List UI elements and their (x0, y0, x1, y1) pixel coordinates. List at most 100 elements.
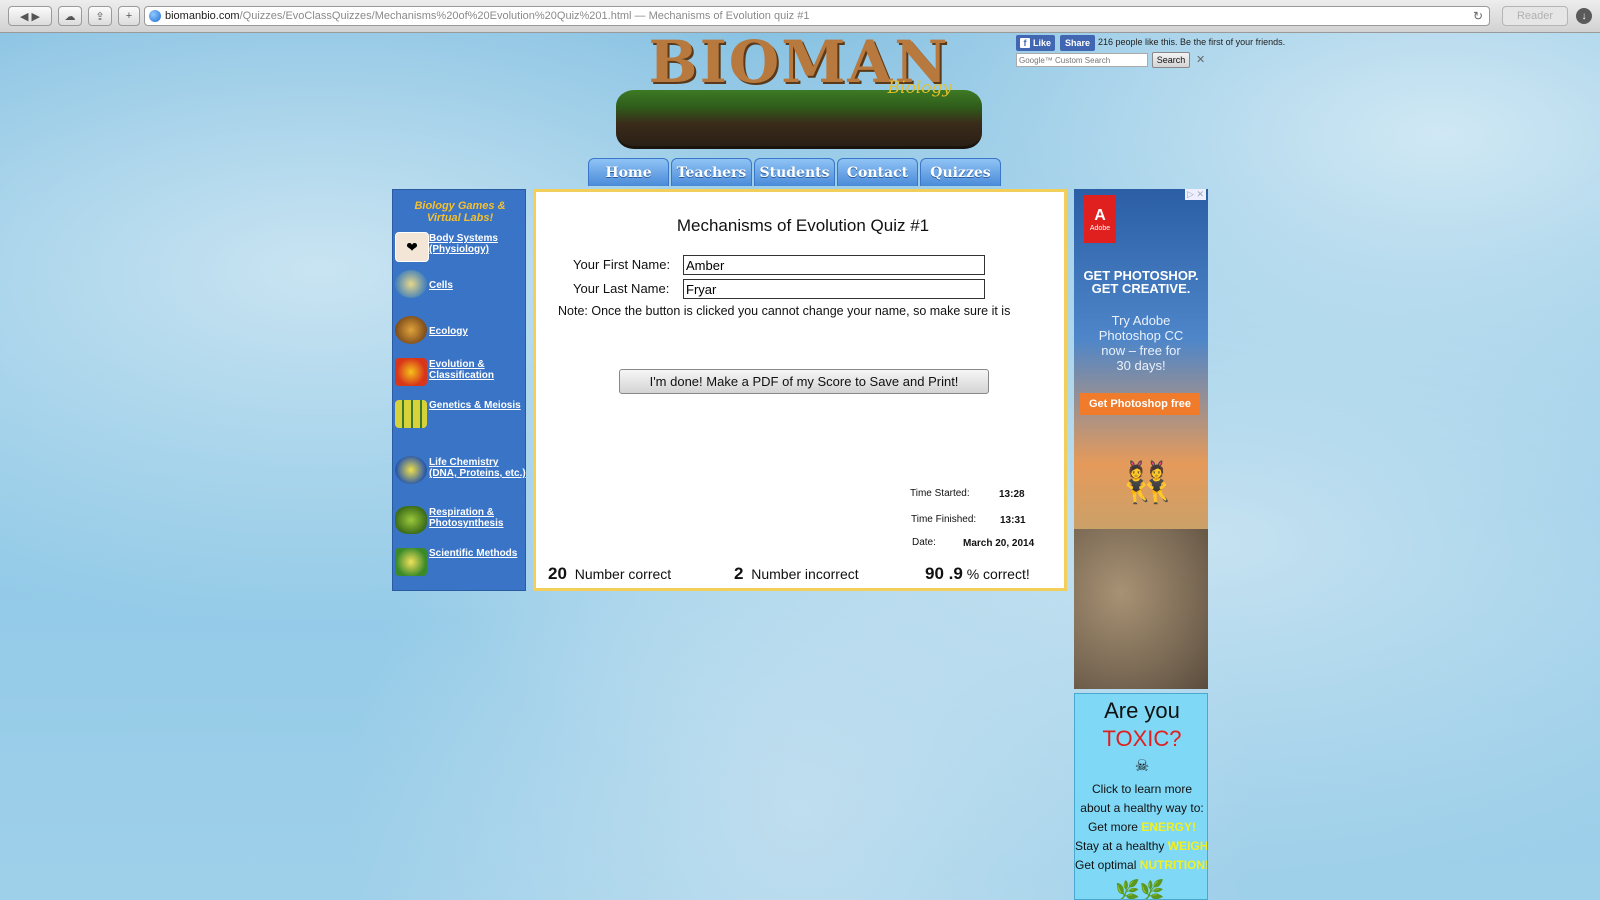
custom-search-input[interactable] (1016, 53, 1148, 67)
share-icon[interactable]: ⇪ (88, 6, 112, 26)
sidebar-item-genetics[interactable]: Genetics & Meiosis (393, 400, 527, 430)
evolution-icon (395, 358, 427, 386)
weight-highlight: WEIGHT! (1167, 839, 1208, 853)
name-note: Note: Once the button is clicked you can… (558, 304, 1011, 318)
toxic-ad-line3: Get more ENERGY! (1075, 820, 1207, 834)
sidebar-link-evolution[interactable]: Evolution & Classification (429, 359, 527, 381)
ad-body: Try Adobe Photoshop CC now – free for 30… (1074, 313, 1208, 373)
adobe-photoshop-ad[interactable]: ▷ ✕ A Adobe GET PHOTOSHOP. GET CREATIVE. … (1074, 189, 1208, 689)
adobe-logo-text: Adobe (1089, 224, 1111, 232)
reload-icon[interactable]: ↻ (1473, 7, 1483, 25)
facebook-social-text: 216 people like this. Be the first of yo… (1098, 37, 1286, 47)
toxic-ad-line4: Stay at a healthy WEIGHT! (1075, 839, 1208, 853)
url-path: /Quizzes/EvoClassQuizzes/Mechanisms%20of… (239, 10, 632, 22)
sidebar-link-cells[interactable]: Cells (429, 280, 527, 291)
nav-tab-home[interactable]: Home (588, 158, 669, 186)
toxic-ad-question: Are you (1104, 698, 1180, 723)
num-correct: 20 (548, 564, 567, 583)
globe-icon (149, 10, 161, 22)
ad-body-4: 30 days! (1116, 358, 1166, 373)
sidebar-link-body-systems[interactable]: Body Systems (Physiology) (429, 233, 527, 255)
downloads-icon[interactable]: ↓ (1576, 8, 1592, 24)
url-separator: — (631, 10, 649, 22)
nav-tab-students[interactable]: Students (754, 158, 835, 186)
time-started-value: 13:28 (999, 489, 1025, 500)
last-name-label: Your Last Name: (573, 281, 670, 296)
address-bar[interactable]: biomanbio.com/Quizzes/EvoClassQuizzes/Me… (144, 6, 1490, 26)
score-incorrect: 2 Number incorrect (734, 564, 859, 584)
new-tab-button[interactable]: + (118, 6, 140, 26)
sidebar-link-scientific-methods[interactable]: Scientific Methods (429, 548, 527, 559)
ad-body-3: now – free for (1101, 343, 1181, 358)
facebook-like-button[interactable]: f Like (1016, 35, 1056, 51)
facebook-icon: f (1020, 38, 1030, 48)
date-label: Date: (912, 537, 936, 548)
facebook-share-button[interactable]: Share (1060, 35, 1096, 51)
sidebar-item-respiration[interactable]: Respiration & Photosynthesis (393, 506, 527, 536)
nav-tab-contact[interactable]: Contact (837, 158, 918, 186)
sidebar-item-ecology[interactable]: Ecology (393, 316, 527, 346)
quiz-panel: Mechanisms of Evolution Quiz #1 Your Fir… (533, 189, 1067, 591)
time-started-label: Time Started: (910, 488, 970, 499)
toxic-ad-line2: about a healthy way to: (1080, 801, 1204, 815)
logo-subtitle: Biology (887, 78, 952, 98)
icloud-tabs-icon[interactable]: ☁ (58, 6, 82, 26)
ad-body-1: Try Adobe (1111, 313, 1171, 328)
sidebar-link-genetics[interactable]: Genetics & Meiosis (429, 400, 527, 411)
sidebar-item-life-chemistry[interactable]: Life Chemistry (DNA, Proteins, etc.) (393, 456, 527, 486)
sidebar: Biology Games & Virtual Labs! ❤ Body Sys… (392, 189, 526, 591)
percent-label: % correct! (966, 566, 1030, 582)
sidebar-link-life-chemistry[interactable]: Life Chemistry (DNA, Proteins, etc.) (429, 457, 527, 479)
like-label: Like (1033, 38, 1052, 48)
nutrition-highlight: NUTRITION! (1139, 858, 1208, 872)
logo-grass-base (616, 90, 982, 149)
dna-icon (395, 456, 427, 484)
leaf-icon (395, 506, 427, 534)
main-nav: Home Teachers Students Contact Quizzes (588, 158, 1001, 186)
nav-tab-quizzes[interactable]: Quizzes (920, 158, 1001, 186)
toxic-ad[interactable]: Are you TOXIC? ☠ Click to learn more abo… (1074, 693, 1208, 900)
clear-search-icon[interactable]: ✕ (1196, 53, 1205, 66)
sidebar-link-respiration[interactable]: Respiration & Photosynthesis (429, 507, 527, 529)
num-incorrect-label: Number incorrect (751, 566, 859, 582)
time-finished-label: Time Finished: (911, 514, 977, 525)
reader-button[interactable]: Reader (1502, 6, 1568, 26)
ad-headline: GET PHOTOSHOP. GET CREATIVE. (1074, 269, 1208, 295)
ad-headline-2: GET CREATIVE. (1091, 281, 1191, 296)
genetics-icon (395, 400, 427, 428)
percent-value: 90 .9 (925, 564, 963, 583)
jumping-girls-image: 👯 (1122, 461, 1172, 505)
mount-rushmore-image (1074, 529, 1208, 689)
sidebar-heading: Biology Games & Virtual Labs! (414, 200, 506, 224)
time-finished-value: 13:31 (1000, 515, 1026, 526)
toxic-ad-line1: Click to learn more (1091, 782, 1193, 796)
search-button[interactable]: Search (1152, 52, 1190, 68)
skull-icon: ☠ (1134, 758, 1150, 775)
num-incorrect: 2 (734, 564, 744, 583)
cell-icon (395, 270, 427, 298)
quiz-title: Mechanisms of Evolution Quiz #1 (676, 216, 930, 235)
last-name-field[interactable] (683, 279, 985, 299)
first-name-field[interactable] (683, 255, 985, 275)
score-percent: 90 .9 % correct! (925, 564, 1030, 584)
sidebar-item-scientific-methods[interactable]: Scientific Methods (393, 548, 527, 578)
make-pdf-button[interactable]: I'm done! Make a PDF of my Score to Save… (619, 369, 989, 394)
num-correct-label: Number correct (574, 566, 672, 582)
get-photoshop-button[interactable]: Get Photoshop free (1080, 393, 1200, 415)
bioman-logo[interactable]: BIOMAN Biology (616, 32, 982, 149)
toxic-ad-line5: Get optimal NUTRITION! (1075, 858, 1208, 872)
date-value: March 20, 2014 (963, 538, 1035, 549)
line4-text: Stay at a healthy (1075, 839, 1168, 853)
plant-icon: 🌿🌿 (1115, 880, 1165, 900)
sidebar-link-ecology[interactable]: Ecology (429, 326, 527, 337)
nav-tab-teachers[interactable]: Teachers (671, 158, 752, 186)
sidebar-item-body-systems[interactable]: ❤ Body Systems (Physiology) (393, 232, 527, 262)
toxic-ad-toxic: TOXIC? (1102, 726, 1182, 751)
score-correct: 20 Number correct (548, 564, 671, 584)
back-forward-buttons[interactable]: ◀ ▶ (8, 6, 52, 26)
sidebar-item-cells[interactable]: Cells (393, 270, 527, 300)
adchoices-icon[interactable]: ▷ ✕ (1185, 189, 1206, 200)
ecology-icon (395, 316, 427, 344)
heart-icon: ❤ (395, 232, 429, 262)
sidebar-item-evolution[interactable]: Evolution & Classification (393, 358, 527, 388)
